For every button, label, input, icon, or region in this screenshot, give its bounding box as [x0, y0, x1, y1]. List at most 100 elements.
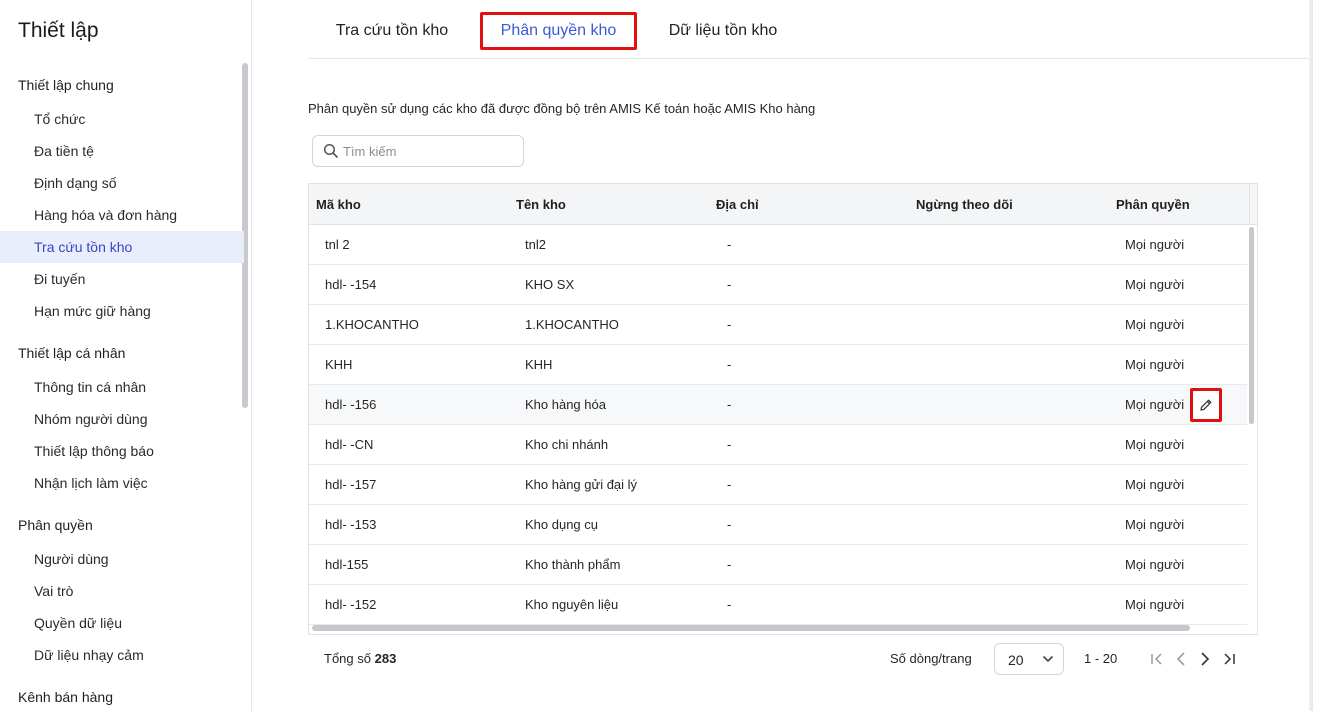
cell-address: - — [727, 317, 732, 332]
sidebar-item-multi-currency[interactable]: Đa tiền tệ — [0, 135, 244, 167]
cell-code: hdl- -154 — [325, 277, 377, 292]
cell-address: - — [727, 597, 732, 612]
previous-page-button[interactable] — [1172, 649, 1190, 669]
table-row[interactable]: hdl- -CN Kho chi nhánh - Mọi người — [309, 425, 1247, 465]
column-header-inactive[interactable]: Ngừng theo dõi — [916, 184, 1013, 225]
column-header-permission[interactable]: Phân quyền — [1116, 184, 1190, 225]
sidebar-title: Thiết lập — [18, 19, 99, 42]
chevron-right-icon — [1201, 652, 1210, 666]
rows-per-page-label: Số dòng/trang — [890, 651, 972, 666]
tab-inventory-data[interactable]: Dữ liệu tồn kho — [665, 12, 781, 50]
cell-permission: Mọi người — [1125, 517, 1185, 532]
header-corner — [1249, 184, 1257, 225]
cell-address: - — [727, 277, 732, 292]
search-icon — [323, 143, 338, 158]
cell-permission: Mọi người — [1125, 597, 1185, 612]
sidebar-item-users[interactable]: Người dùng — [0, 543, 244, 575]
table-header: Mã kho Tên kho Địa chỉ Ngừng theo dõi Ph… — [309, 184, 1257, 225]
sidebar-item-routing[interactable]: Đi tuyến — [0, 263, 244, 295]
window-edge — [1309, 0, 1313, 711]
table-vertical-scroll-thumb[interactable] — [1249, 227, 1254, 424]
cell-code: hdl- -156 — [325, 397, 377, 412]
edit-permission-button[interactable] — [1190, 388, 1222, 422]
sidebar-item-work-schedule[interactable]: Nhận lịch làm việc — [0, 467, 244, 499]
cell-name: 1.KHOCANTHO — [525, 317, 619, 332]
page-description: Phân quyền sử dụng các kho đã được đồng … — [308, 101, 816, 116]
cell-name: Kho dụng cụ — [525, 517, 599, 532]
total-label: Tổng số — [324, 651, 371, 666]
cell-address: - — [727, 237, 732, 252]
table-row[interactable]: hdl- -156 Kho hàng hóa - Mọi người — [309, 385, 1247, 425]
table-row[interactable]: tnl 2 tnl2 - Mọi người — [309, 225, 1247, 265]
first-page-icon — [1151, 653, 1162, 665]
table-row[interactable]: hdl- -153 Kho dụng cụ - Mọi người — [309, 505, 1247, 545]
last-page-icon — [1224, 653, 1235, 665]
cell-name: Kho hàng gửi đại lý — [525, 477, 638, 492]
column-header-code[interactable]: Mã kho — [316, 184, 361, 225]
last-page-button[interactable] — [1220, 649, 1238, 669]
total-value: 283 — [374, 651, 397, 666]
cell-address: - — [727, 557, 732, 572]
table-row[interactable]: hdl- -152 Kho nguyên liệu - Mọi người — [309, 585, 1247, 625]
first-page-button[interactable] — [1148, 649, 1166, 669]
cell-permission: Mọi người — [1125, 477, 1185, 492]
sidebar-item-hold-limit[interactable]: Hạn mức giữ hàng — [0, 295, 244, 327]
sidebar-item-organization[interactable]: Tổ chức — [0, 103, 244, 135]
cell-code: 1.KHOCANTHO — [325, 317, 419, 332]
chevron-left-icon — [1176, 652, 1185, 666]
group-title-general: Thiết lập chung — [18, 77, 114, 93]
table-row[interactable]: 1.KHOCANTHO 1.KHOCANTHO - Mọi người — [309, 305, 1247, 345]
search-input[interactable] — [343, 141, 513, 161]
rows-per-page-select[interactable]: 20 — [994, 643, 1064, 675]
cell-name: Kho nguyên liệu — [525, 597, 619, 612]
cell-permission: Mọi người — [1125, 397, 1185, 412]
cell-code: hdl- -152 — [325, 597, 377, 612]
cell-permission: Mọi người — [1125, 357, 1185, 372]
pencil-icon — [1200, 399, 1212, 411]
table-row[interactable]: hdl- -157 Kho hàng gửi đại lý - Mọi người — [309, 465, 1247, 505]
table-row[interactable]: KHH KHH - Mọi người — [309, 345, 1247, 385]
cell-address: - — [727, 477, 732, 492]
total-count: Tổng số 283 — [324, 651, 396, 666]
group-title-sales-channels: Kênh bán hàng — [18, 689, 113, 705]
cell-address: - — [727, 437, 732, 452]
sidebar-item-roles[interactable]: Vai trò — [0, 575, 244, 607]
sidebar-item-personal-info[interactable]: Thông tin cá nhân — [0, 371, 244, 403]
next-page-button[interactable] — [1196, 649, 1214, 669]
page-range: 1 - 20 — [1084, 651, 1118, 666]
column-header-name[interactable]: Tên kho — [516, 184, 566, 225]
group-title-permissions: Phân quyền — [18, 517, 93, 533]
cell-permission: Mọi người — [1125, 557, 1185, 572]
tab-inventory-lookup[interactable]: Tra cứu tồn kho — [332, 12, 452, 50]
table-row[interactable]: hdl-155 Kho thành phẩm - Mọi người — [309, 545, 1247, 585]
app: Thiết lập Thiết lập chung Tổ chức Đa tiề… — [0, 0, 1317, 711]
sidebar: Thiết lập Thiết lập chung Tổ chức Đa tiề… — [0, 0, 252, 711]
table-footer: Tổng số 283 Số dòng/trang 20 1 - 20 — [308, 640, 1258, 678]
sidebar-item-sensitive-data[interactable]: Dữ liệu nhạy cảm — [0, 639, 244, 671]
warehouse-table: Mã kho Tên kho Địa chỉ Ngừng theo dõi Ph… — [308, 183, 1258, 635]
cell-name: Kho thành phẩm — [525, 557, 621, 572]
tab-bar: Tra cứu tồn kho Phân quyền kho Dữ liệu t… — [308, 0, 1313, 59]
cell-code: hdl- -CN — [325, 437, 374, 452]
cell-name: Kho hàng hóa — [525, 397, 606, 412]
main-content: Tra cứu tồn kho Phân quyền kho Dữ liệu t… — [252, 0, 1313, 711]
cell-permission: Mọi người — [1125, 237, 1185, 252]
sidebar-item-user-groups[interactable]: Nhóm người dùng — [0, 403, 244, 435]
cell-code: hdl- -157 — [325, 477, 377, 492]
column-header-address[interactable]: Địa chỉ — [716, 184, 759, 225]
search-box[interactable] — [312, 135, 524, 167]
cell-permission: Mọi người — [1125, 277, 1185, 292]
table-horizontal-scroll-thumb[interactable] — [312, 625, 1190, 631]
sidebar-item-goods-orders[interactable]: Hàng hóa và đơn hàng — [0, 199, 244, 231]
chevron-down-icon — [1042, 655, 1054, 663]
cell-name: Kho chi nhánh — [525, 437, 609, 452]
cell-code: KHH — [325, 357, 353, 372]
cell-code: hdl- -153 — [325, 517, 377, 532]
cell-name: tnl2 — [525, 237, 546, 252]
table-row[interactable]: hdl- -154 KHO SX - Mọi người — [309, 265, 1247, 305]
sidebar-item-data-rights[interactable]: Quyền dữ liệu — [0, 607, 244, 639]
sidebar-item-number-format[interactable]: Định dạng số — [0, 167, 244, 199]
sidebar-item-notifications[interactable]: Thiết lập thông báo — [0, 435, 244, 467]
sidebar-item-inventory-lookup[interactable]: Tra cứu tồn kho — [0, 231, 244, 263]
tab-warehouse-permissions[interactable]: Phân quyền kho — [480, 12, 637, 50]
